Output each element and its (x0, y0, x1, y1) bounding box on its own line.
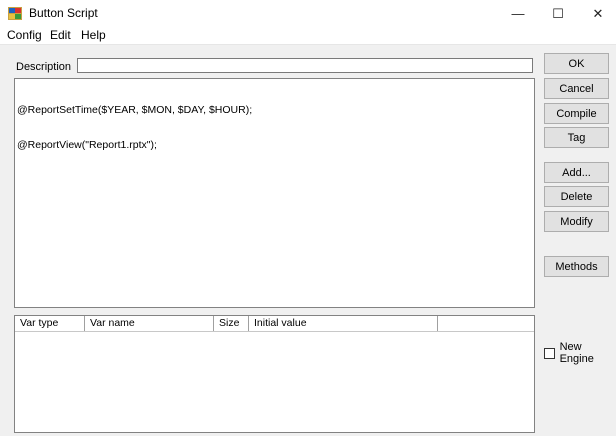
column-blank[interactable] (438, 316, 534, 331)
script-line: @ReportView("Report1.rptx"); (17, 138, 157, 151)
methods-button[interactable]: Methods (544, 256, 609, 277)
menu-edit[interactable]: Edit (50, 28, 71, 42)
menu-config[interactable]: Config (7, 28, 42, 42)
column-initial-value[interactable]: Initial value (249, 316, 438, 331)
close-icon: ✕ (592, 5, 604, 21)
compile-button[interactable]: Compile (544, 103, 609, 124)
variable-table[interactable]: Var type Var name Size Initial value (14, 315, 535, 433)
menu-bar: Config Edit Help (0, 27, 616, 45)
delete-button[interactable]: Delete (544, 186, 609, 207)
modify-button[interactable]: Modify (544, 211, 609, 232)
script-editor[interactable]: @ReportSetTime($YEAR, $MON, $DAY, $HOUR)… (14, 78, 535, 308)
script-line: @ReportSetTime($YEAR, $MON, $DAY, $HOUR)… (17, 104, 253, 116)
new-engine-checkbox[interactable] (544, 347, 555, 359)
column-var-name[interactable]: Var name (85, 316, 214, 331)
description-input[interactable] (77, 58, 533, 73)
add-button[interactable]: Add... (544, 162, 609, 183)
title-bar: Button Script — ☐ ✕ (0, 0, 616, 27)
app-icon (8, 7, 22, 20)
column-size[interactable]: Size (214, 316, 249, 331)
maximize-icon: ☐ (552, 5, 564, 21)
close-button[interactable]: ✕ (575, 0, 616, 27)
tag-button[interactable]: Tag (544, 127, 609, 148)
menu-help[interactable]: Help (81, 28, 106, 42)
new-engine-label: New Engine (559, 341, 594, 365)
new-engine-option[interactable]: New Engine (544, 341, 616, 365)
description-label: Description (16, 61, 72, 73)
cancel-button[interactable]: Cancel (544, 78, 609, 99)
column-var-type[interactable]: Var type (15, 316, 85, 331)
ok-button[interactable]: OK (544, 53, 609, 74)
window-title: Button Script (29, 6, 98, 20)
variable-table-header: Var type Var name Size Initial value (15, 316, 534, 332)
minimize-icon: — (511, 6, 525, 21)
